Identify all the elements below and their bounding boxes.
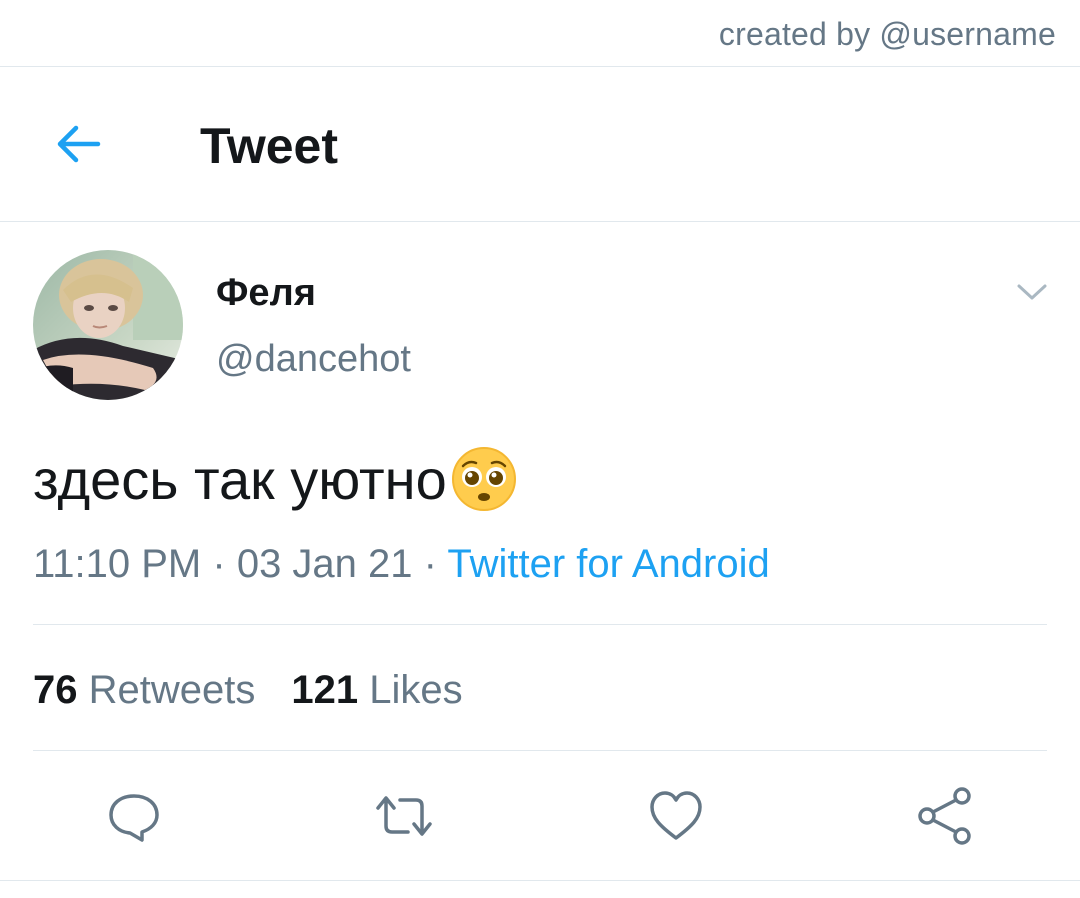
- retweets-stat[interactable]: 76 Retweets: [33, 668, 255, 713]
- meta-separator: ·: [423, 542, 437, 586]
- avatar-photo: [33, 250, 183, 400]
- author-display-name[interactable]: Феля: [216, 272, 316, 315]
- share-icon: [918, 787, 971, 845]
- retweet-button[interactable]: [374, 786, 434, 846]
- retweet-icon: [376, 796, 432, 836]
- credit-text: created by @username: [718, 16, 1056, 52]
- like-button[interactable]: [646, 786, 706, 846]
- meta-separator: ·: [212, 542, 226, 586]
- reply-button[interactable]: [104, 786, 164, 846]
- tweet-stats: 76 Retweets 121 Likes: [33, 668, 463, 713]
- likes-label: Likes: [369, 668, 463, 712]
- retweets-count: 76: [33, 668, 78, 712]
- divider: [33, 624, 1047, 625]
- credit-bar: created by @username: [0, 0, 1080, 67]
- tweet-metadata: 11:10 PM · 03 Jan 21 · Twitter for Andro…: [33, 542, 770, 587]
- avatar[interactable]: [33, 250, 183, 400]
- retweets-label: Retweets: [88, 668, 256, 712]
- app-header: Tweet: [0, 67, 1080, 222]
- arrow-left-icon: [57, 125, 101, 163]
- tweet-time: 11:10 PM: [33, 542, 202, 586]
- tweet-source-link[interactable]: Twitter for Android: [447, 542, 769, 586]
- tweet-body: здесь так уютно: [33, 446, 517, 512]
- heart-icon: [650, 791, 702, 840]
- tweet-date: 03 Jan 21: [236, 542, 413, 586]
- divider: [33, 750, 1047, 751]
- more-options-button[interactable]: [1012, 276, 1052, 308]
- likes-count: 121: [291, 668, 359, 712]
- author-handle[interactable]: @dancehot: [216, 338, 411, 381]
- reply-icon: [109, 794, 159, 842]
- divider: [0, 880, 1080, 881]
- back-button[interactable]: [50, 119, 106, 169]
- chevron-down-icon: [1017, 284, 1047, 300]
- pleading-face-emoji: [451, 447, 516, 511]
- tweet-detail-screen: created by @username Tweet Феля @danceho…: [0, 0, 1080, 898]
- page-title: Tweet: [200, 118, 338, 174]
- likes-stat[interactable]: 121 Likes: [291, 668, 462, 713]
- tweet-text: здесь так уютно: [33, 447, 447, 511]
- share-button[interactable]: [915, 786, 975, 846]
